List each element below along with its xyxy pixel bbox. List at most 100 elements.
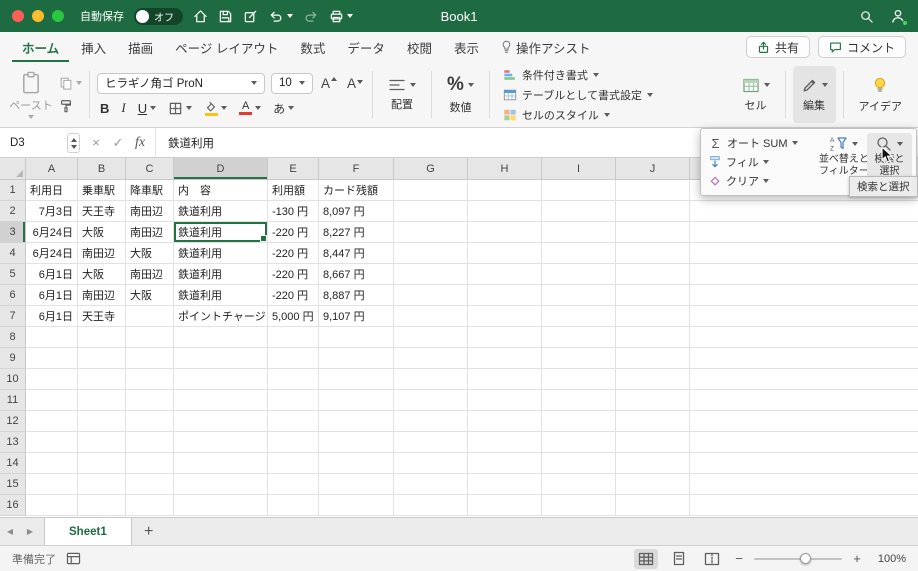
cell-I5[interactable] (542, 264, 616, 285)
cell-B4[interactable]: 南田辺 (78, 243, 126, 264)
cell-I8[interactable] (542, 327, 616, 348)
cell-D6[interactable]: 鉄道利用 (174, 285, 268, 306)
cell-A7[interactable]: 6月1日 (26, 306, 78, 327)
cell-A3[interactable]: 6月24日 (26, 222, 78, 243)
cell-F6[interactable]: 8,887 円 (319, 285, 394, 306)
cell-G11[interactable] (394, 390, 468, 411)
row-header-16[interactable]: 16 (0, 495, 26, 516)
cell-A10[interactable] (26, 369, 78, 390)
cell-J12[interactable] (616, 411, 690, 432)
paste-dropdown-icon[interactable] (28, 114, 34, 119)
cell-F8[interactable] (319, 327, 394, 348)
row-header-10[interactable]: 10 (0, 369, 26, 390)
cell-I10[interactable] (542, 369, 616, 390)
cell-A12[interactable] (26, 411, 78, 432)
cell-E11[interactable] (268, 390, 319, 411)
cell-H14[interactable] (468, 453, 542, 474)
ideas-button[interactable]: アイデア (851, 66, 910, 123)
cell-I14[interactable] (542, 453, 616, 474)
cell-A13[interactable] (26, 432, 78, 453)
cell-E6[interactable]: -220 円 (268, 285, 319, 306)
fullscreen-window-button[interactable] (52, 10, 64, 22)
cell-F12[interactable] (319, 411, 394, 432)
cell-B16[interactable] (78, 495, 126, 516)
row-header-5[interactable]: 5 (0, 264, 26, 285)
cell-C9[interactable] (126, 348, 174, 369)
cell-E7[interactable]: 5,000 円 (268, 306, 319, 327)
cell-E9[interactable] (268, 348, 319, 369)
print-button[interactable] (329, 9, 353, 24)
cell-F4[interactable]: 8,447 円 (319, 243, 394, 264)
cell-F15[interactable] (319, 474, 394, 495)
cell-E16[interactable] (268, 495, 319, 516)
cell-D2[interactable]: 鉄道利用 (174, 201, 268, 222)
cell-A8[interactable] (26, 327, 78, 348)
insert-function-icon[interactable]: fx (129, 135, 151, 151)
cell-G13[interactable] (394, 432, 468, 453)
decrease-font-size-button[interactable]: A (345, 76, 365, 91)
share-button[interactable]: 共有 (745, 36, 810, 58)
cell-I12[interactable] (542, 411, 616, 432)
paste-button[interactable]: ペースト (8, 71, 54, 119)
cell-G9[interactable] (394, 348, 468, 369)
row-header-9[interactable]: 9 (0, 348, 26, 369)
cell-C13[interactable] (126, 432, 174, 453)
cell-B15[interactable] (78, 474, 126, 495)
cell-B5[interactable]: 大阪 (78, 264, 126, 285)
cell-F9[interactable] (319, 348, 394, 369)
cell-D14[interactable] (174, 453, 268, 474)
cell-G5[interactable] (394, 264, 468, 285)
cell-C10[interactable] (126, 369, 174, 390)
row-header-13[interactable]: 13 (0, 432, 26, 453)
tab-表示[interactable]: 表示 (444, 32, 489, 62)
cell-G8[interactable] (394, 327, 468, 348)
fill-color-button[interactable] (201, 101, 230, 116)
cell-H16[interactable] (468, 495, 542, 516)
phonetic-guide-button[interactable]: あ (270, 100, 297, 117)
cell-B10[interactable] (78, 369, 126, 390)
cell-G2[interactable] (394, 201, 468, 222)
cell-styles-button[interactable]: セルのスタイル (503, 107, 653, 123)
cell-D16[interactable] (174, 495, 268, 516)
cell-A14[interactable] (26, 453, 78, 474)
zoom-slider[interactable] (754, 552, 842, 564)
cell-J3[interactable] (616, 222, 690, 243)
comments-button[interactable]: コメント (817, 36, 906, 58)
font-size-select[interactable]: 10 (271, 72, 313, 94)
cell-C15[interactable] (126, 474, 174, 495)
cell-I3[interactable] (542, 222, 616, 243)
col-header-F[interactable]: F (319, 158, 394, 180)
cell-F11[interactable] (319, 390, 394, 411)
cell-B1[interactable]: 乗車駅 (78, 180, 126, 201)
cell-G6[interactable] (394, 285, 468, 306)
account-avatar[interactable] (890, 8, 908, 26)
row-header-3[interactable]: 3 (0, 222, 26, 243)
cell-F10[interactable] (319, 369, 394, 390)
cell-H13[interactable] (468, 432, 542, 453)
cell-F3[interactable]: 8,227 円 (319, 222, 394, 243)
sheet-nav-left-icon[interactable]: ◀ (0, 518, 20, 545)
autosave-toggle[interactable]: オフ (134, 7, 183, 25)
cell-F2[interactable]: 8,097 円 (319, 201, 394, 222)
cell-J14[interactable] (616, 453, 690, 474)
copy-dropdown-icon[interactable] (76, 81, 82, 85)
tab-ページ レイアウト[interactable]: ページ レイアウト (165, 32, 288, 62)
tab-挿入[interactable]: 挿入 (71, 32, 116, 62)
cell-C1[interactable]: 降車駅 (126, 180, 174, 201)
close-window-button[interactable] (12, 10, 24, 22)
cell-D15[interactable] (174, 474, 268, 495)
cell-H5[interactable] (468, 264, 542, 285)
cell-D11[interactable] (174, 390, 268, 411)
select-all-corner[interactable] (0, 158, 26, 180)
col-header-E[interactable]: E (268, 158, 319, 180)
cell-J6[interactable] (616, 285, 690, 306)
font-color-button[interactable]: A (236, 101, 264, 115)
col-header-B[interactable]: B (78, 158, 126, 180)
row-header-7[interactable]: 7 (0, 306, 26, 327)
cell-C2[interactable]: 南田辺 (126, 201, 174, 222)
cell-D7[interactable]: ポイントチャージ (174, 306, 268, 327)
cell-C5[interactable]: 南田辺 (126, 264, 174, 285)
cell-G12[interactable] (394, 411, 468, 432)
cell-C14[interactable] (126, 453, 174, 474)
save-icon[interactable] (218, 9, 233, 24)
